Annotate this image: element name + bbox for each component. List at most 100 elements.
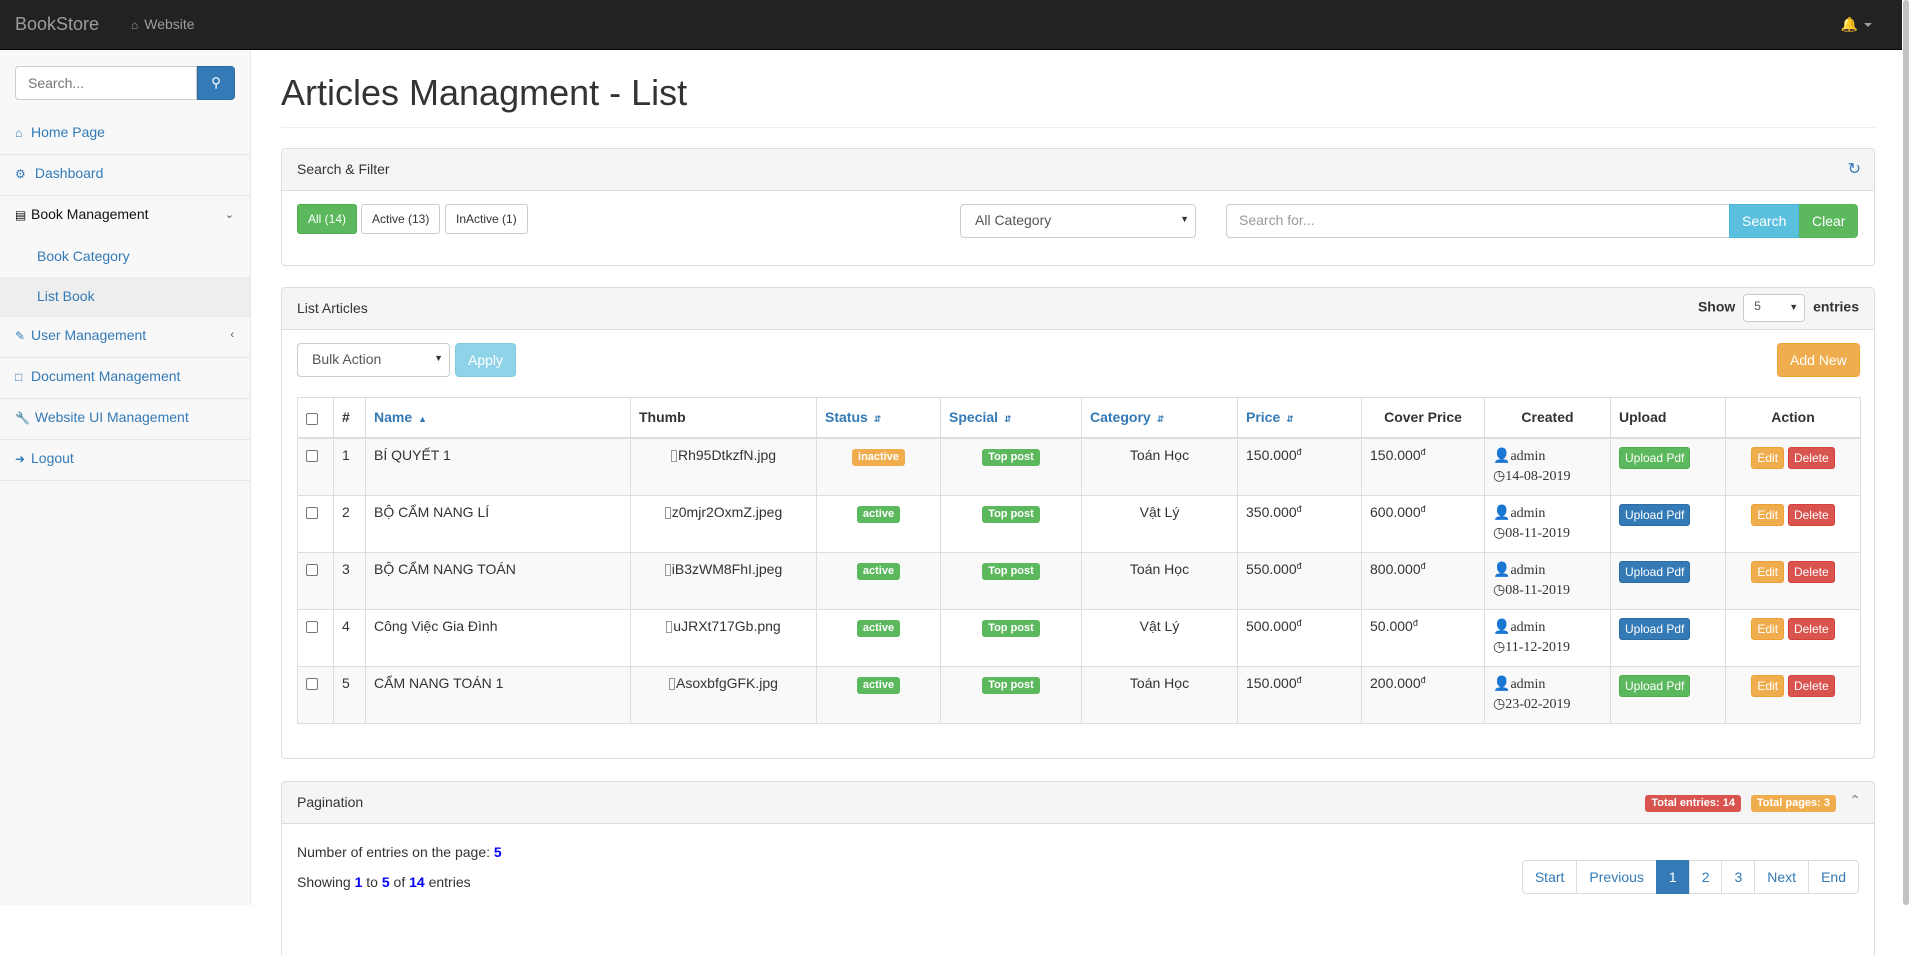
- row-checkbox[interactable]: [306, 620, 318, 633]
- website-link[interactable]: ⌂ Website: [131, 16, 195, 32]
- sort-icon: ⇵: [1286, 414, 1294, 425]
- sidebar-search-button[interactable]: ⚲: [197, 66, 235, 100]
- filter-inactive-button[interactable]: InActive (1): [445, 204, 528, 234]
- thumb-alt-text: Rh95DtkzfN.jpg: [677, 446, 777, 463]
- row-checkbox[interactable]: [306, 677, 318, 690]
- sidebar-item-user-management[interactable]: ✎ User Management ‹: [0, 317, 250, 358]
- chevron-up-icon[interactable]: ⌃: [1849, 792, 1861, 809]
- row-name: BÍ QUYẾT 1: [365, 437, 631, 496]
- pagination-panel: Pagination Total entries: 14 Total pages…: [281, 781, 1875, 955]
- currency-symbol: đ: [1296, 674, 1302, 685]
- edit-button[interactable]: Edit: [1751, 674, 1785, 697]
- apply-button[interactable]: Apply: [455, 343, 517, 377]
- caret-down-icon: ▼: [1789, 302, 1799, 312]
- add-new-button[interactable]: Add New: [1777, 343, 1860, 377]
- status-badge[interactable]: active: [856, 619, 901, 637]
- column-header-price[interactable]: Price ⇵: [1237, 397, 1362, 439]
- page-scrollbar[interactable]: [1902, 0, 1910, 905]
- row-price: 150.000đ: [1237, 665, 1362, 724]
- page-link-3[interactable]: 3: [1721, 860, 1756, 894]
- search-button[interactable]: Search: [1729, 204, 1800, 238]
- website-link-label: Website: [144, 16, 195, 32]
- sidebar-item-logout[interactable]: ➜ Logout: [0, 440, 250, 481]
- sidebar-item-home-page[interactable]: ⌂ Home Page: [0, 114, 250, 155]
- edit-button[interactable]: Edit: [1751, 617, 1785, 640]
- delete-button[interactable]: Delete: [1787, 674, 1835, 697]
- sidebar-subitem-book-category[interactable]: Book Category: [0, 237, 250, 277]
- clock-icon: ◷: [1493, 468, 1506, 484]
- price-value: 550.000: [1246, 560, 1297, 577]
- column-header-status[interactable]: Status ⇵: [816, 397, 941, 439]
- special-badge[interactable]: Top post: [982, 619, 1040, 637]
- page-link-end[interactable]: End: [1808, 860, 1859, 894]
- row-upload: Upload Pdf: [1610, 608, 1726, 667]
- delete-button[interactable]: Delete: [1787, 503, 1835, 526]
- column-header-name[interactable]: Name ▲: [365, 397, 631, 439]
- created-by-value: admin: [1510, 562, 1546, 578]
- sidebar-item-book-management[interactable]: ▤ Book Management ⌄: [0, 196, 250, 237]
- filter-active-button[interactable]: Active (13): [361, 204, 441, 234]
- special-badge[interactable]: Top post: [982, 448, 1040, 466]
- delete-button[interactable]: Delete: [1787, 560, 1835, 583]
- entries-per-page-select[interactable]: 5 ▼: [1743, 294, 1806, 322]
- home-icon: ⌂: [15, 126, 23, 140]
- sidebar-item-label: Document Management: [31, 368, 181, 384]
- user-icon: 👤: [1493, 505, 1511, 521]
- panel-title: List Articles: [297, 300, 368, 316]
- delete-button[interactable]: Delete: [1787, 617, 1835, 640]
- column-header-special[interactable]: Special ⇵: [940, 397, 1082, 439]
- filter-all-button[interactable]: All (14): [297, 204, 358, 234]
- column-header-upload: Upload: [1610, 397, 1726, 439]
- status-badge[interactable]: inactive: [852, 448, 905, 466]
- refresh-icon[interactable]: ↻: [1848, 159, 1861, 179]
- column-header-label: Category: [1090, 409, 1151, 426]
- page-link-start[interactable]: Start: [1521, 860, 1578, 894]
- sidebar-item-website-ui-management[interactable]: 🔧 Website UI Management: [0, 399, 250, 440]
- page-link-1[interactable]: 1: [1655, 860, 1690, 894]
- notification-dropdown[interactable]: 🔔: [1841, 16, 1872, 33]
- sidebar-item-document-management[interactable]: □ Document Management: [0, 358, 250, 399]
- page-link-next[interactable]: Next: [1754, 860, 1810, 894]
- select-all-checkbox[interactable]: [306, 412, 318, 425]
- upload-pdf-button[interactable]: Upload Pdf: [1619, 446, 1691, 469]
- special-badge[interactable]: Top post: [982, 562, 1040, 580]
- filter-search-input[interactable]: Search for...: [1226, 204, 1731, 238]
- brand-link[interactable]: BookStore: [15, 14, 99, 35]
- thumb-alt-text: iB3zWM8FhI.jpeg: [671, 560, 783, 577]
- created-date: ◷14-08-2019: [1493, 467, 1602, 487]
- row-category: Vật Lý: [1081, 494, 1238, 553]
- status-badge[interactable]: active: [856, 505, 901, 523]
- edit-button[interactable]: Edit: [1751, 503, 1785, 526]
- delete-button[interactable]: Delete: [1787, 446, 1835, 469]
- user-icon: 👤: [1493, 448, 1511, 464]
- thumb-image: AsoxbfgGFK.jpg: [669, 675, 778, 691]
- sidebar-search-input[interactable]: [15, 66, 197, 100]
- sidebar-item-dashboard[interactable]: ⚙ Dashboard: [0, 155, 250, 196]
- bulk-action-select[interactable]: Bulk Action ▼: [297, 343, 450, 377]
- showing-to-word: to: [366, 874, 378, 890]
- special-badge[interactable]: Top post: [982, 505, 1040, 523]
- row-checkbox[interactable]: [306, 449, 318, 462]
- upload-pdf-button[interactable]: Upload Pdf: [1619, 674, 1691, 697]
- sidebar-subitem-list-book[interactable]: List Book: [0, 277, 250, 317]
- edit-button[interactable]: Edit: [1751, 560, 1785, 583]
- upload-pdf-button[interactable]: Upload Pdf: [1619, 617, 1691, 640]
- category-select[interactable]: All Category ▼: [960, 204, 1196, 238]
- page-link-2[interactable]: 2: [1688, 860, 1723, 894]
- upload-pdf-button[interactable]: Upload Pdf: [1619, 560, 1691, 583]
- edit-button[interactable]: Edit: [1751, 446, 1785, 469]
- status-badge[interactable]: active: [856, 676, 901, 694]
- row-checkbox[interactable]: [306, 506, 318, 519]
- column-header-category[interactable]: Category ⇵: [1081, 397, 1238, 439]
- thumb-alt-text: AsoxbfgGFK.jpg: [676, 674, 778, 691]
- clear-button[interactable]: Clear: [1799, 204, 1859, 238]
- status-badge[interactable]: active: [856, 562, 901, 580]
- special-badge[interactable]: Top post: [982, 676, 1040, 694]
- page-link-previous[interactable]: Previous: [1576, 860, 1657, 894]
- scrollbar-thumb[interactable]: [1903, 0, 1909, 905]
- upload-pdf-button[interactable]: Upload Pdf: [1619, 503, 1691, 526]
- row-checkbox[interactable]: [306, 563, 318, 576]
- list-articles-panel: List Articles Show 5 ▼ entries Bulk Acti…: [281, 287, 1875, 759]
- currency-symbol: đ: [1420, 674, 1426, 685]
- table-row: 5 CẨM NANG TOÁN 1 AsoxbfgGFK.jpg active Top …: [297, 665, 1861, 724]
